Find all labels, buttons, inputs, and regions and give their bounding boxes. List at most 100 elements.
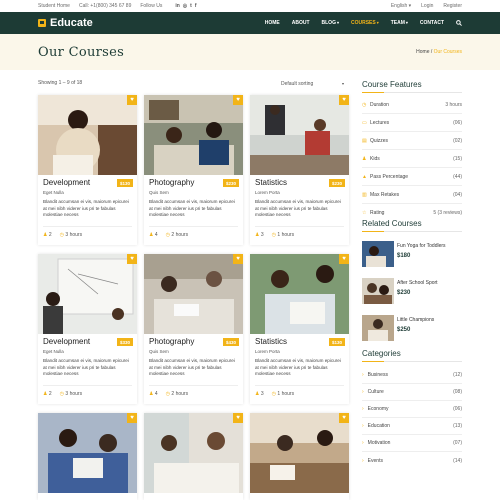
course-image[interactable]: ♥ bbox=[38, 95, 137, 175]
course-image[interactable]: ♥ bbox=[250, 413, 349, 493]
course-card[interactable]: ♥ $230 Statistics Lorem Porta Blandit ac… bbox=[250, 95, 349, 245]
wishlist-heart-icon[interactable]: ♥ bbox=[233, 254, 243, 264]
related-course-item[interactable]: After School Sport $230 bbox=[362, 278, 462, 308]
login-link[interactable]: Login bbox=[421, 3, 433, 9]
wishlist-heart-icon[interactable]: ♥ bbox=[339, 413, 349, 423]
course-card[interactable]: ♥ bbox=[38, 413, 137, 500]
kids-icon: ♟ bbox=[362, 155, 367, 162]
search-icon[interactable] bbox=[456, 20, 462, 26]
clock-icon: ◷ bbox=[165, 391, 171, 397]
course-card[interactable]: ♥ bbox=[250, 413, 349, 500]
course-meta: ♟ 2 ◷ 3 hours bbox=[43, 391, 83, 397]
feature-row: ▭ Lectures (06) bbox=[362, 114, 462, 132]
quiz-icon: ▤ bbox=[362, 137, 367, 144]
related-course-thumb[interactable] bbox=[362, 241, 394, 267]
course-image[interactable]: ♥ bbox=[250, 95, 349, 175]
wishlist-heart-icon[interactable]: ♥ bbox=[127, 254, 137, 264]
wishlist-heart-icon[interactable]: ♥ bbox=[233, 95, 243, 105]
heading-underline bbox=[362, 361, 462, 362]
linkedin-icon[interactable]: in bbox=[175, 3, 179, 9]
wishlist-heart-icon[interactable]: ♥ bbox=[339, 254, 349, 264]
course-image[interactable]: ♥ bbox=[144, 95, 243, 175]
categories-widget: Categories bbox=[362, 349, 462, 362]
register-link[interactable]: Register bbox=[443, 3, 462, 9]
related-course-item[interactable]: Fun Yoga for Toddlers $180 bbox=[362, 241, 462, 271]
feature-row: ▥ Max Retakes (04) bbox=[362, 186, 462, 204]
nav-blog[interactable]: BLOG▾ bbox=[322, 20, 339, 26]
nav-contact[interactable]: CONTACT bbox=[420, 20, 444, 26]
course-card[interactable]: ♥ $130 Statistics Lorem Porta Blandit ac… bbox=[250, 254, 349, 404]
wishlist-heart-icon[interactable]: ♥ bbox=[339, 95, 349, 105]
nav-courses[interactable]: COURSES▾ bbox=[351, 20, 379, 26]
related-course-title[interactable]: After School Sport bbox=[397, 280, 438, 286]
book-icon: ▭ bbox=[362, 119, 367, 126]
course-price: $230 bbox=[328, 179, 345, 187]
category-item[interactable]: › Motivation (07) bbox=[362, 435, 462, 452]
categories-heading: Categories bbox=[362, 349, 401, 358]
course-image[interactable]: ♥ bbox=[38, 254, 137, 334]
course-image[interactable]: ♥ bbox=[250, 254, 349, 334]
feature-row: ▲ Pass Percentage (44) bbox=[362, 168, 462, 186]
course-card[interactable]: ♥ $230 Photography Quis Sem Blandit accu… bbox=[144, 95, 243, 245]
percent-icon: ▲ bbox=[362, 173, 367, 180]
course-price: $130 bbox=[328, 338, 345, 346]
course-title[interactable]: Photography bbox=[149, 178, 194, 187]
nav-home[interactable]: HOME bbox=[265, 20, 280, 26]
course-title[interactable]: Development bbox=[43, 337, 90, 346]
breadcrumb-home[interactable]: Home bbox=[416, 49, 429, 55]
card-divider bbox=[255, 226, 344, 227]
course-author: Quis Sem bbox=[149, 349, 169, 354]
course-title[interactable]: Statistics bbox=[255, 337, 287, 346]
course-title[interactable]: Photography bbox=[149, 337, 194, 346]
course-meta: ♟ 4 ◷ 2 hours bbox=[149, 232, 189, 238]
related-course-item[interactable]: Little Champions $250 bbox=[362, 315, 462, 345]
related-course-thumb[interactable] bbox=[362, 315, 394, 341]
page-title-bar: Our Courses Home / Our Courses bbox=[0, 34, 500, 70]
course-meta: ♟ 2 ◷ 3 hours bbox=[43, 232, 83, 238]
card-divider bbox=[149, 226, 238, 227]
card-divider bbox=[43, 385, 132, 386]
chevron-right-icon: › bbox=[362, 457, 364, 464]
breadcrumb-separator: / bbox=[430, 49, 433, 55]
wishlist-heart-icon[interactable]: ♥ bbox=[233, 413, 243, 423]
facebook-icon[interactable]: f bbox=[195, 3, 197, 9]
sort-select[interactable]: Default sorting ▾ bbox=[278, 78, 348, 89]
student-home-link[interactable]: Student Home bbox=[38, 3, 70, 9]
instagram-icon[interactable]: ◎ bbox=[183, 3, 187, 9]
chevron-right-icon: › bbox=[362, 372, 364, 378]
course-price: $130 bbox=[116, 179, 133, 187]
course-meta: ♟ 3 ◷ 1 hours bbox=[255, 391, 295, 397]
course-card[interactable]: ♥ $430 Photography Quis Sem Blandit accu… bbox=[144, 254, 243, 404]
category-item[interactable]: › Culture (08) bbox=[362, 384, 462, 401]
category-item[interactable]: › Business (12) bbox=[362, 367, 462, 384]
page-title: Our Courses bbox=[38, 44, 125, 60]
course-card[interactable]: ♥ $130 Development Eget Nulla Blandit ac… bbox=[38, 95, 137, 245]
course-card[interactable]: ♥ bbox=[144, 413, 243, 500]
nav-team[interactable]: TEAM▾ bbox=[391, 20, 408, 26]
nav-about[interactable]: ABOUT bbox=[292, 20, 310, 26]
course-title[interactable]: Statistics bbox=[255, 178, 287, 187]
course-description: Blandit accumsan ei vis, maiorum epicure… bbox=[255, 358, 341, 377]
wishlist-heart-icon[interactable]: ♥ bbox=[127, 95, 137, 105]
category-item[interactable]: › Events (14) bbox=[362, 452, 462, 469]
related-course-title[interactable]: Fun Yoga for Toddlers bbox=[397, 243, 446, 249]
related-course-title[interactable]: Little Champions bbox=[397, 317, 434, 323]
course-image[interactable]: ♥ bbox=[38, 413, 137, 493]
students-icon: ♟ bbox=[43, 391, 48, 397]
clock-icon: ◷ bbox=[271, 391, 277, 397]
twitter-icon[interactable]: t bbox=[190, 3, 192, 9]
category-item[interactable]: › Economy (06) bbox=[362, 401, 462, 418]
site-logo[interactable]: Educate bbox=[38, 17, 93, 29]
course-image[interactable]: ♥ bbox=[144, 413, 243, 493]
category-item[interactable]: › Education (13) bbox=[362, 418, 462, 435]
language-select[interactable]: English ▾ bbox=[391, 3, 411, 9]
course-card[interactable]: ♥ $330 Development Eget Nulla Blandit ac… bbox=[38, 254, 137, 404]
related-course-thumb[interactable] bbox=[362, 278, 394, 304]
chevron-right-icon: › bbox=[362, 406, 364, 412]
wishlist-heart-icon[interactable]: ♥ bbox=[127, 413, 137, 423]
course-author: Eget Nulla bbox=[43, 349, 64, 354]
course-title[interactable]: Development bbox=[43, 178, 90, 187]
breadcrumb: Home / Our Courses bbox=[416, 49, 462, 55]
course-image[interactable]: ♥ bbox=[144, 254, 243, 334]
students-icon: ♟ bbox=[149, 232, 154, 238]
